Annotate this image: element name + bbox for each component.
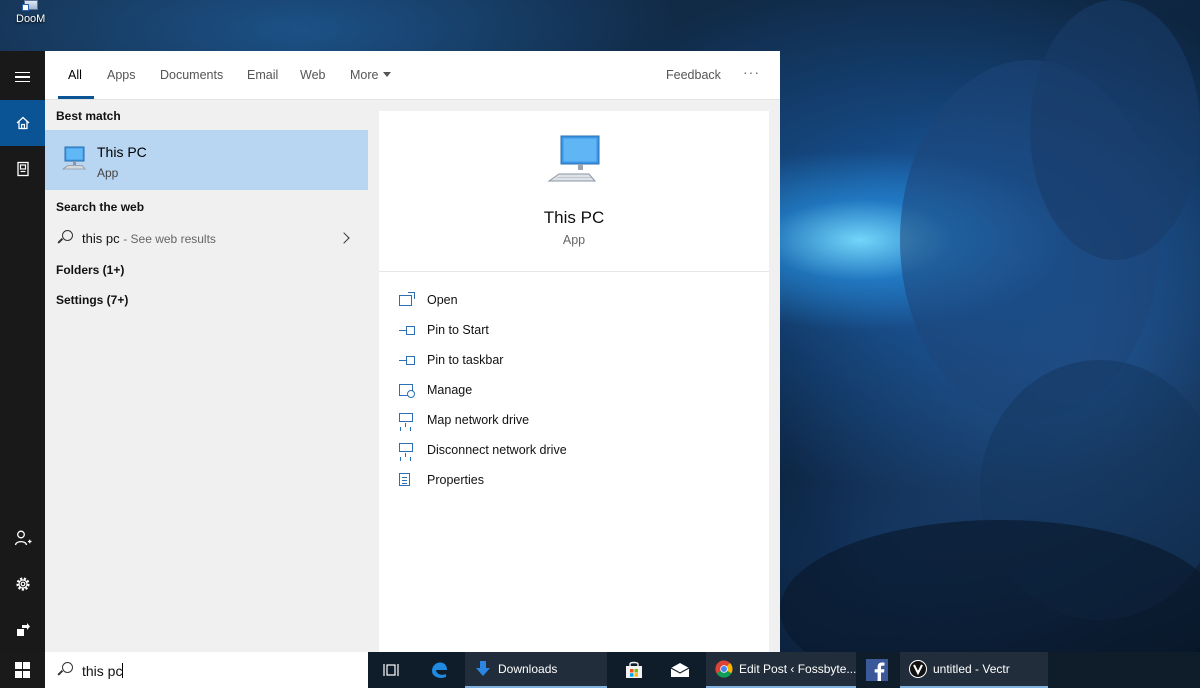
- folders-group[interactable]: Folders (1+): [56, 263, 124, 277]
- taskbar-search-box[interactable]: this pc: [45, 652, 368, 688]
- start-button[interactable]: [0, 652, 45, 688]
- wallpaper-figure-shape: [1030, 0, 1200, 260]
- gear-icon: [15, 577, 30, 591]
- edge-button[interactable]: [426, 652, 452, 688]
- action-label: Properties: [427, 473, 484, 487]
- download-arrow-icon: [476, 661, 490, 676]
- web-results-hint: - See web results: [123, 232, 216, 246]
- action-disconnect-network-drive[interactable]: Disconnect network drive: [399, 441, 759, 463]
- action-properties[interactable]: Properties: [399, 471, 759, 493]
- add-user-icon: [14, 530, 31, 546]
- start-search-panel: All Apps Documents Email Web More Feedba…: [0, 51, 780, 652]
- action-label: Open: [427, 293, 458, 307]
- web-search-query: this pc - See web results: [82, 231, 216, 246]
- store-icon: [626, 661, 642, 678]
- taskbar-app-downloads[interactable]: Downloads: [465, 652, 607, 688]
- vectr-icon: [909, 660, 927, 678]
- facebook-icon: [866, 659, 888, 681]
- taskbar: this pc Downloads Edit Post ‹ Fossbyte..…: [0, 652, 1200, 688]
- this-pc-large-icon: [547, 135, 600, 182]
- tab-documents[interactable]: Documents: [160, 68, 223, 82]
- taskbar-app-label: Downloads: [498, 662, 558, 676]
- feedback-icon: [16, 623, 30, 636]
- tab-more[interactable]: More: [350, 68, 392, 82]
- notebook-icon: [16, 161, 29, 177]
- hamburger-icon: [15, 69, 30, 86]
- tab-web[interactable]: Web: [300, 68, 325, 82]
- taskbar-app-label: untitled - Vectr: [933, 662, 1010, 676]
- settings-group[interactable]: Settings (7+): [56, 293, 128, 307]
- manage-icon: [399, 384, 415, 398]
- facebook-button[interactable]: [864, 652, 890, 688]
- search-icon: [57, 662, 73, 678]
- active-tab-indicator: [58, 96, 94, 99]
- windows-logo-icon: [14, 662, 31, 678]
- chevron-right-icon: [338, 232, 350, 244]
- action-label: Pin to taskbar: [427, 353, 504, 367]
- action-label: Disconnect network drive: [427, 443, 567, 457]
- tab-apps[interactable]: Apps: [107, 68, 136, 82]
- desktop-icon-doom[interactable]: DooM: [10, 0, 62, 34]
- settings-button[interactable]: [0, 561, 45, 607]
- feedback-button[interactable]: [0, 607, 45, 653]
- pin-icon: [399, 353, 415, 367]
- action-label: Manage: [427, 383, 473, 397]
- tab-all[interactable]: All: [68, 68, 82, 82]
- preview-subtitle: App: [562, 233, 586, 247]
- preview-title: This PC: [543, 208, 605, 227]
- feedback-link[interactable]: Feedback: [666, 68, 721, 82]
- task-view-icon: [383, 664, 399, 676]
- action-manage[interactable]: Manage: [399, 381, 759, 403]
- action-pin-to-taskbar[interactable]: Pin to taskbar: [399, 351, 759, 373]
- taskbar-app-label: Edit Post ‹ Fossbyte...: [739, 662, 856, 676]
- network-drive-icon: [399, 443, 413, 457]
- mail-button[interactable]: [666, 652, 694, 688]
- chrome-icon: [715, 660, 733, 678]
- action-open[interactable]: Open: [399, 291, 759, 313]
- desktop-icon-label: DooM: [16, 13, 46, 25]
- result-preview-pane: This PC App Open Pin to Start Pin to tas…: [379, 111, 769, 652]
- pin-icon: [399, 323, 415, 337]
- web-query-text: this pc: [82, 231, 120, 246]
- network-drive-icon: [399, 413, 413, 427]
- search-web-heading: Search the web: [56, 200, 145, 214]
- properties-icon: [399, 473, 410, 486]
- preview-header: This PC App: [379, 111, 769, 272]
- best-match-type: App: [97, 166, 119, 180]
- notebook-button[interactable]: [0, 146, 45, 192]
- action-map-network-drive[interactable]: Map network drive: [399, 411, 759, 433]
- web-search-result[interactable]: this pc - See web results: [45, 226, 368, 252]
- search-input-value: this pc: [82, 663, 123, 679]
- tab-more-label: More: [350, 68, 379, 82]
- taskbar-app-vectr[interactable]: untitled - Vectr: [900, 652, 1048, 688]
- home-button[interactable]: [0, 100, 45, 146]
- search-results-area: All Apps Documents Email Web More Feedba…: [45, 51, 780, 652]
- action-pin-to-start[interactable]: Pin to Start: [399, 321, 759, 343]
- start-rail: [0, 51, 45, 652]
- edge-icon: [432, 662, 447, 678]
- search-filter-tabs: All Apps Documents Email Web More Feedba…: [45, 51, 780, 100]
- action-label: Pin to Start: [427, 323, 489, 337]
- text-cursor: [122, 663, 124, 678]
- taskbar-app-chrome[interactable]: Edit Post ‹ Fossbyte...: [706, 652, 856, 688]
- open-icon: [399, 292, 415, 306]
- task-view-button[interactable]: [378, 652, 404, 688]
- home-icon: [16, 116, 29, 130]
- search-input[interactable]: this pc: [82, 663, 124, 679]
- shortcut-arrow-icon: [22, 4, 29, 11]
- search-icon: [57, 230, 73, 246]
- results-list: Best match This PC App Search the web th…: [45, 100, 368, 652]
- action-label: Map network drive: [427, 413, 530, 427]
- more-options-button[interactable]: ···: [743, 64, 760, 80]
- best-match-heading: Best match: [56, 109, 121, 123]
- best-match-item[interactable]: This PC App: [45, 130, 368, 190]
- hamburger-menu-button[interactable]: [0, 54, 45, 100]
- this-pc-icon: [62, 146, 86, 170]
- best-match-name: This PC: [97, 144, 147, 160]
- tab-email[interactable]: Email: [247, 68, 278, 82]
- store-button[interactable]: [620, 652, 648, 688]
- mail-icon: [670, 663, 690, 677]
- account-button[interactable]: [0, 515, 45, 561]
- chevron-down-icon: [383, 72, 392, 77]
